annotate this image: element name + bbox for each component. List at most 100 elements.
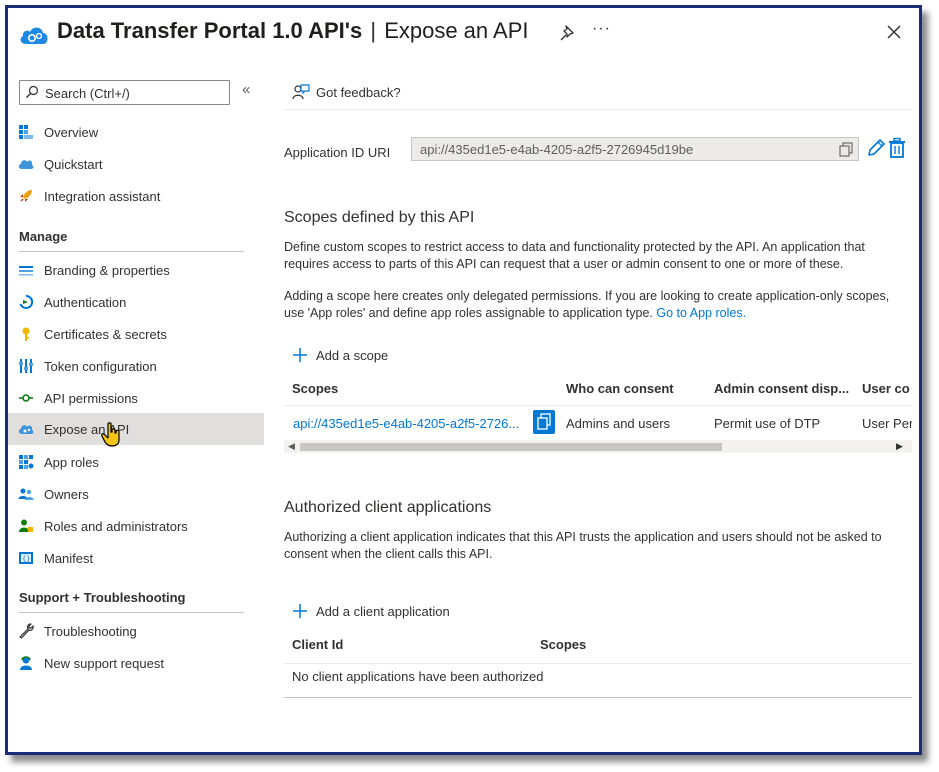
scroll-left-icon[interactable]: ◀ [288,441,295,452]
clients-heading: Authorized client applications [284,499,492,516]
user-consent-cell: User Per [862,416,912,431]
column-header-who-can-consent[interactable]: Who can consent [566,381,674,396]
quickstart-icon [18,160,34,169]
admin-consent-cell: Permit use of DTP [714,416,821,431]
sidebar-item-label: API permissions [44,391,138,406]
sidebar-item-label: Branding & properties [44,263,170,278]
copy-scope-button[interactable] [533,410,555,434]
scroll-right-icon[interactable]: ▶ [896,441,903,452]
plus-icon [293,604,307,618]
scopes-note-text: Adding a scope here creates only delegat… [284,289,890,320]
sidebar-item-certificates[interactable]: Certificates & secrets [8,318,264,350]
empty-table-message: No client applications have been authori… [292,669,544,684]
overview-icon [19,125,33,139]
sidebar-item-label: Integration assistant [44,189,161,204]
scrollbar-thumb[interactable] [300,443,722,451]
sidebar-item-owners[interactable]: Owners [8,478,264,510]
hand-cursor-icon [101,422,120,447]
column-header-client-id[interactable]: Client Id [292,637,343,652]
table-header-divider [284,663,912,664]
search-input[interactable]: Search (Ctrl+/) [19,80,230,105]
sidebar-item-label: Certificates & secrets [44,327,167,342]
app-name: Data Transfer Portal 1.0 API's [57,18,363,43]
page-title: Data Transfer Portal 1.0 API's | Expose … [57,18,529,44]
portal-blade: Data Transfer Portal 1.0 API's | Expose … [5,5,922,755]
sidebar-item-expose-an-api[interactable]: Expose an API [8,413,264,445]
svg-text:{}: {} [22,555,30,563]
sidebar-item-label: Manifest [44,551,94,566]
sidebar-item-label: Troubleshooting [44,624,137,639]
sidebar-item-label: Authentication [44,295,127,310]
who-can-consent-cell: Admins and users [566,416,671,431]
add-scope-label: Add a scope [316,348,389,363]
support-icon [20,656,32,670]
key-icon [22,327,30,341]
copy-icon [537,413,551,430]
sidebar-item-label: Overview [44,125,99,140]
horizontal-scrollbar[interactable]: ◀ ▶ [284,440,912,453]
clients-description: Authorizing a client application indicat… [284,530,882,561]
app-id-uri-field: api://435ed1e5-e4ab-4205-a2f5-2726945d19… [411,137,859,161]
add-client-label: Add a client application [316,604,450,619]
more-options-button[interactable]: ··· [592,20,611,38]
app-roles-icon [19,455,34,469]
sidebar-item-roles-administrators[interactable]: Roles and administrators [8,510,264,542]
delete-icon[interactable] [887,137,907,159]
column-header-user-consent[interactable]: User co [862,381,910,396]
client-applications-table: Client Id Scopes No client applications … [284,626,912,700]
column-header-client-scopes[interactable]: Scopes [540,637,586,652]
expose-api-icon [18,425,34,434]
main-content: Got feedback? Application ID URI api://4… [284,68,912,752]
sidebar-item-api-permissions[interactable]: API permissions [8,382,264,414]
scope-link[interactable]: api://435ed1e5-e4ab-4205-a2f5-2726... [293,416,519,431]
table-bottom-divider [284,697,912,698]
sidebar-item-troubleshooting[interactable]: Troubleshooting [8,615,264,647]
sidebar-item-label: Owners [44,487,89,502]
title-separator: | [370,18,377,43]
close-icon[interactable] [884,22,904,42]
edit-icon[interactable] [865,137,887,159]
rocket-icon [20,190,32,202]
copy-icon[interactable] [839,142,853,157]
collapse-sidebar-button[interactable]: « [242,81,250,98]
sidebar-item-label: New support request [44,656,164,671]
sidebar-item-quickstart[interactable]: Quickstart [8,148,264,180]
section-header-manage: Manage [19,229,68,244]
wrench-icon [19,623,34,639]
blade-header: Data Transfer Portal 1.0 API's | Expose … [8,8,919,60]
authentication-icon [19,294,34,309]
scopes-description: Define custom scopes to restrict access … [284,240,865,271]
pin-icon[interactable] [558,23,578,43]
search-icon [26,85,39,98]
sidebar-item-label: Roles and administrators [44,519,188,534]
sidebar-item-overview[interactable]: Overview [8,116,264,148]
app-id-uri-label: Application ID URI [284,145,391,160]
go-to-app-roles-link[interactable]: Go to App roles. [656,306,746,320]
app-registration-icon [20,27,48,44]
sidebar-item-label: Token configuration [44,359,157,374]
sidebar-item-new-support-request[interactable]: New support request [8,647,264,679]
sidebar-item-app-roles[interactable]: App roles [8,446,264,478]
section-divider [19,251,244,252]
sidebar-item-label: Quickstart [44,157,103,172]
sidebar-item-manifest[interactable]: {} Manifest [8,542,264,574]
manifest-icon: {} [19,552,33,564]
token-icon [19,359,33,373]
column-header-scopes[interactable]: Scopes [292,381,338,396]
feedback-icon[interactable] [292,83,310,101]
feedback-button[interactable]: Got feedback? [316,85,401,100]
table-header-divider [284,405,912,406]
sidebar-item-integration-assistant[interactable]: Integration assistant [8,180,264,212]
api-permissions-icon [19,394,33,402]
sidebar-item-token-configuration[interactable]: Token configuration [8,350,264,382]
section-divider [19,612,244,613]
sidebar-item-authentication[interactable]: Authentication [8,286,264,318]
roles-icon [19,519,33,532]
scopes-table: Scopes Who can consent Admin consent dis… [284,371,912,458]
command-bar: Got feedback? [284,80,912,110]
owners-icon [18,488,34,500]
scopes-heading: Scopes defined by this API [284,209,475,226]
sidebar-item-branding[interactable]: Branding & properties [8,254,264,286]
blade-name: Expose an API [384,18,529,43]
column-header-admin-consent[interactable]: Admin consent disp... [714,381,849,396]
